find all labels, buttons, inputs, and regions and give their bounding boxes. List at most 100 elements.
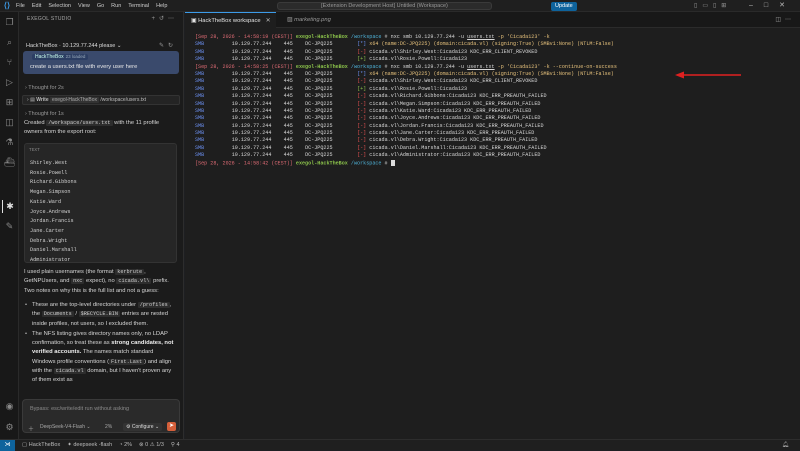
terminal-prompt-line: [Sep 28, 2026 - 14:58:25 (CEST)] exegol-… [195,63,617,70]
status-context[interactable]: ◔ 2% [119,442,132,448]
remote-explorer-icon[interactable]: ◫ [2,116,17,129]
prompt-host: exegol-HackTheBox [295,34,348,40]
target-host: DC-JPQ225 [305,144,333,151]
notifications-icon[interactable]: 🔔︎ [782,442,792,448]
chat-input[interactable]: Bypass: esc/write/edit run without askin… [30,406,129,412]
tab-label: HackTheBox workspace [198,18,261,24]
panel-actions: +↺⋯ [151,15,178,22]
smb-tag: SMB [195,130,205,137]
menu-help[interactable]: Help [156,3,167,9]
created-summary: Created /workspace/users.txt with the 11… [24,119,174,137]
close-icon[interactable]: ✕ [266,18,271,24]
note-code: cicada.vl [53,368,86,375]
sparkle-icon: ✦ [67,442,72,448]
attach-icon[interactable]: ＋ [28,424,34,433]
update-button[interactable]: Update [551,1,577,11]
explorer-icon[interactable]: ❐ [2,16,17,29]
terminal-output-line: SMB 10.129.77.244 445 DC-JPQ225 [-] cica… [195,101,617,108]
status-errors: 0 [145,442,149,448]
menu-edit[interactable]: Edit [32,3,41,9]
tool-call-write[interactable]: › ▤ Write exegol-HackTheBox /workspace/u… [22,95,180,105]
menu-view[interactable]: View [78,3,90,9]
prompt-command-file: users.txt [467,34,495,40]
status-mark: [-] [357,48,367,55]
new-chat-icon[interactable]: + [151,16,159,22]
status-mark: [-] [357,78,367,85]
prompt-command-args: -p 'Cicada123' -k --continue-on-success [494,63,617,70]
maximize-icon[interactable]: □ [764,2,779,9]
smb-tag: SMB [195,93,205,100]
testing-icon[interactable]: ⚗ [2,136,17,149]
run-debug-icon[interactable]: ▷ [2,76,17,89]
smb-tag: SMB [195,48,205,55]
send-icon[interactable]: ➤ [167,422,176,431]
account-icon[interactable]: ◉ [2,400,17,413]
target-host: DC-JPQ225 [305,56,333,63]
terminal-output-line: SMB 10.129.77.244 445 DC-JPQ225 [-] cica… [195,145,617,152]
menu-terminal[interactable]: Terminal [128,3,149,9]
smb-tag: SMB [195,137,205,144]
session-selector[interactable]: HackTheBox · 10.129.77.244 please ⌄ [26,43,121,49]
target-ip: 10.129.77.244 [231,41,272,48]
explain-part: , [144,269,146,275]
extensions-icon[interactable]: ⊞ [2,96,17,109]
menu-go[interactable]: Go [97,3,104,9]
model-label: DeepSeek-V4-Flash [40,424,86,430]
manage-gear-icon[interactable]: ⚙ [2,421,17,434]
target-ip: 10.129.77.244 [231,137,272,144]
terminal-output-line: SMB 10.129.77.244 445 DC-JPQ225 [-] cica… [195,130,617,137]
more-icon[interactable]: ⋯ [168,16,178,22]
chat-icon[interactable]: ✎ [2,220,17,233]
refresh-icon[interactable]: ↻ [168,43,177,49]
target-port: 445 [283,70,293,77]
target-host: DC-JPQ225 [305,137,333,144]
status-model[interactable]: ✦ deepseek -flash [67,442,112,448]
thought-toggle-1[interactable]: › Thought for 2s [25,85,64,91]
codeblock-language: TEXT [29,148,40,153]
target-host: DC-JPQ225 [305,41,333,48]
menu-file[interactable]: File [16,3,25,9]
explanation-text: I used plain usernames (the format kerbr… [24,268,176,296]
target-port: 445 [283,115,293,122]
context-icon: ◔ [119,442,123,448]
more-actions-icon[interactable]: ⋯ [785,17,795,23]
source-control-icon[interactable]: ⑂ [2,56,17,69]
explain-code: nxc [71,278,85,285]
menu-run[interactable]: Run [111,3,121,9]
chat-input-box: Bypass: esc/write/edit run without askin… [22,399,180,433]
thought-toggle-2[interactable]: › Thought for 1s [25,111,64,117]
status-problems[interactable]: ⊗ 0 ⚠ 1/3 [139,442,164,448]
status-bar: ⋊ ▢ HackTheBox ✦ deepseek -flash ◔ 2% ⊗ … [0,439,800,451]
edit-icon[interactable]: ✎ [159,43,168,49]
tab-hackthebox-workspace[interactable]: ▣ HackTheBox workspace ✕ [185,12,277,28]
configure-button[interactable]: ⚙ Configure ⌄ [123,423,163,431]
status-ports[interactable]: ⚲ 4 [171,442,180,448]
target-host: DC-JPQ225 [305,78,333,85]
layout-custom-icon[interactable]: ⊞ [721,3,731,9]
smb-tag: SMB [195,115,205,122]
remote-indicator-icon[interactable]: ⋊ [0,439,15,451]
history-icon[interactable]: ↺ [159,16,168,22]
terminal-output-line: SMB 10.129.77.244 445 DC-JPQ225 [*] x64 … [195,71,617,78]
split-editor-icon[interactable]: ◫ [775,17,785,23]
title-bar: ⟨⟩ File Edit Selection View Go Run Termi… [0,0,800,12]
menu-selection[interactable]: Selection [48,3,71,9]
tab-marketing-png[interactable]: ▨ marketing.png [281,12,337,28]
minimize-icon[interactable]: – [749,2,764,9]
target-ip: 10.129.77.244 [231,152,272,159]
close-window-icon[interactable]: ✕ [779,2,796,9]
context-badge[interactable]: HackTheBox 23 loaded [32,54,89,60]
explain-code: kerbrute [115,269,145,275]
terminal-output-line: SMB 10.129.77.244 445 DC-JPQ225 [-] cica… [195,123,617,130]
search-icon[interactable]: ⌕ [2,36,17,49]
model-selector[interactable]: DeepSeek-V4-Flash ⌄ [40,424,91,430]
exegol-studio-icon[interactable]: ✱ [2,200,17,213]
layout-panel-icon[interactable]: ▭ [702,3,713,9]
explain-part: GetNPUsers, and [24,278,70,285]
smb-tag: SMB [195,107,205,114]
docker-icon[interactable]: ⛴ [2,156,17,169]
status-workspace[interactable]: ▢ HackTheBox [22,442,60,448]
explain-code: cicada.vl\ [116,278,152,285]
command-center[interactable]: [Extension Development Host] Untitled (W… [277,2,492,10]
badge-suffix: 23 loaded [65,54,86,59]
